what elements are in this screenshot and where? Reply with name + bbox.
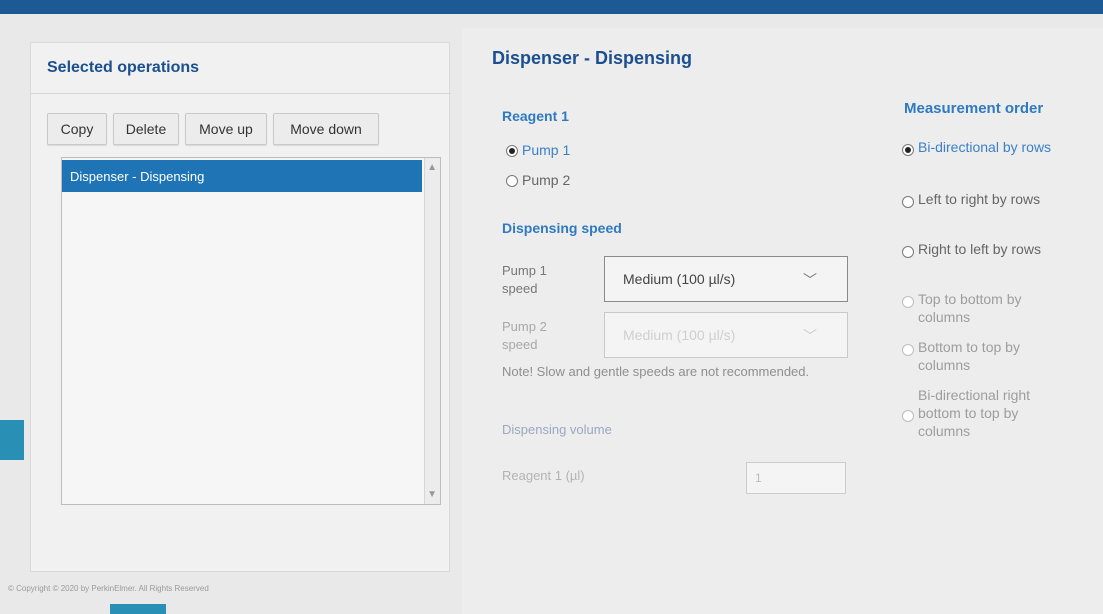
delete-button[interactable]: Delete: [113, 113, 179, 145]
radio-icon[interactable]: [902, 344, 914, 356]
chevron-down-icon: ﹀: [803, 328, 817, 344]
radio-label: Bi-directional right bottom to top by co…: [918, 387, 1031, 439]
operation-settings-panel: Dispenser - Dispensing Reagent 1 Pump 1 …: [462, 28, 1103, 614]
panel-title: Selected operations: [47, 59, 200, 76]
select-value: Medium (100 µl/s): [623, 271, 736, 287]
select-value: Medium (100 µl/s): [623, 327, 736, 343]
radio-icon[interactable]: [902, 246, 914, 258]
pump1-speed-select[interactable]: Medium (100 µl/s) ﹀: [604, 256, 848, 302]
chevron-down-icon[interactable]: ▼: [427, 489, 437, 500]
reagent-volume-input: 1: [746, 462, 846, 494]
radio-icon[interactable]: [506, 175, 518, 187]
move-up-button[interactable]: Move up: [185, 113, 267, 145]
order-option-left-to-right[interactable]: Left to right by rows: [902, 190, 1052, 208]
radio-label: Left to right by rows: [918, 191, 1041, 207]
bottom-tab[interactable]: [110, 604, 166, 614]
order-option-right-to-left[interactable]: Right to left by rows: [902, 240, 1052, 258]
pump2-speed-select: Medium (100 µl/s) ﹀: [604, 312, 848, 358]
dispensing-speed-heading: Dispensing speed: [502, 220, 622, 236]
radio-label: Bottom to top by columns: [918, 339, 1020, 373]
radio-label: Pump 2: [522, 172, 571, 188]
reagent-volume-label: Reagent 1 (µl): [502, 468, 585, 483]
top-bar: [0, 0, 1103, 14]
order-option-bidirectional-columns[interactable]: Bi-directional right bottom to top by co…: [902, 386, 1052, 440]
radio-label: Top to bottom by columns: [918, 291, 1022, 325]
selected-operations-panel: Selected operations Copy Delete Move up …: [30, 42, 451, 572]
radio-icon[interactable]: [902, 410, 914, 422]
chevron-up-icon[interactable]: ▲: [427, 162, 437, 173]
radio-icon[interactable]: [902, 296, 914, 308]
operations-list[interactable]: Dispenser - Dispensing ▲ ▼: [61, 157, 441, 505]
radio-label: Right to left by rows: [918, 241, 1041, 257]
order-option-top-to-bottom[interactable]: Top to bottom by columns: [902, 290, 1052, 326]
dispensing-volume-heading: Dispensing volume: [502, 422, 612, 437]
radio-pump-2[interactable]: Pump 2: [506, 172, 570, 188]
radio-label: Bi-directional by rows: [918, 139, 1052, 155]
radio-icon[interactable]: [902, 196, 914, 208]
measurement-order-heading: Measurement order: [904, 100, 1044, 117]
pump2-speed-label: Pump 2 speed: [502, 319, 547, 352]
list-item[interactable]: Dispenser - Dispensing: [62, 160, 422, 192]
order-option-bidirectional-rows[interactable]: Bi-directional by rows: [902, 138, 1052, 156]
page-title: Dispenser - Dispensing: [492, 48, 693, 68]
radio-pump-1[interactable]: Pump 1: [506, 142, 570, 158]
side-tab[interactable]: [0, 420, 24, 460]
radio-label: Pump 1: [522, 142, 571, 158]
copy-button[interactable]: Copy: [47, 113, 107, 145]
copyright-footer: © Copyright © 2020 by PerkinElmer. All R…: [8, 584, 209, 593]
radio-selected-icon[interactable]: [902, 144, 914, 156]
divider: [31, 93, 451, 94]
move-down-button[interactable]: Move down: [273, 113, 379, 145]
order-option-bottom-to-top[interactable]: Bottom to top by columns: [902, 338, 1052, 374]
reagent-heading: Reagent 1: [502, 108, 569, 124]
radio-selected-icon[interactable]: [506, 145, 518, 157]
scrollbar[interactable]: ▲ ▼: [424, 158, 440, 504]
pump1-speed-label: Pump 1 speed: [502, 263, 547, 296]
speed-note: Note! Slow and gentle speeds are not rec…: [502, 364, 810, 379]
chevron-down-icon[interactable]: ﹀: [803, 270, 817, 290]
